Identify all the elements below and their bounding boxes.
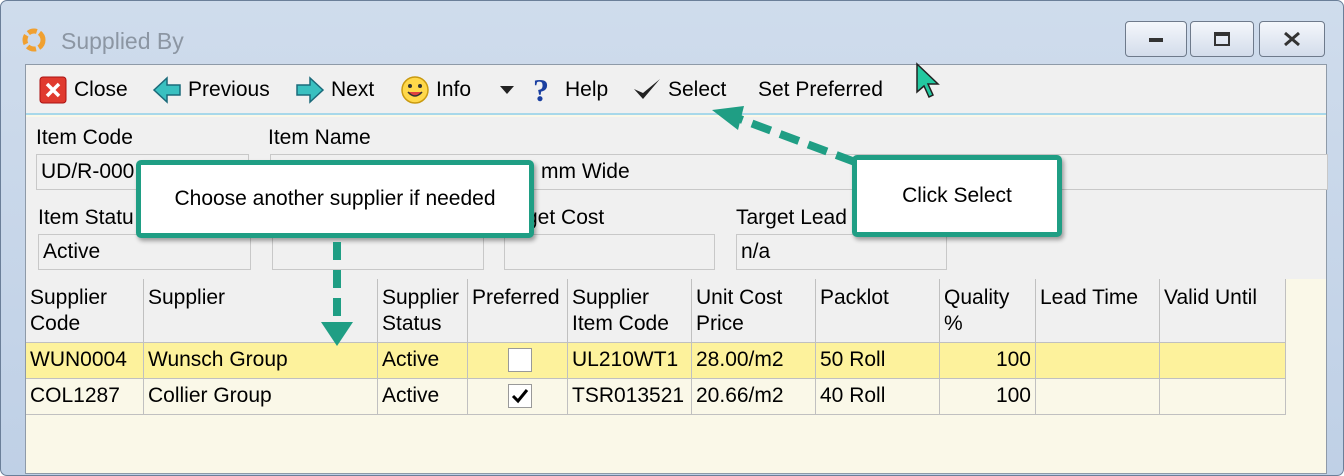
column-header-quality[interactable]: Quality% [940,279,1036,343]
select-label: Select [668,78,727,101]
column-header-line: Lead Time [1040,286,1139,309]
column-header-preferred[interactable]: Preferred [468,279,568,343]
target-cost-field[interactable] [504,234,715,270]
choose-supplier-callout-text: Choose another supplier if needed [174,187,496,210]
help-label: Help [565,78,609,101]
maximize-button[interactable] [1190,21,1254,57]
column-header-line: Supplier [572,286,650,309]
minimize-button[interactable] [1125,21,1187,57]
cell-supplier[interactable]: Wunsch Group [144,343,378,379]
cell-quality[interactable]: 100 [940,379,1036,415]
item-name-label: Item Name [268,126,371,149]
select-button[interactable]: Select [632,75,726,105]
previous-button[interactable]: Previous [152,75,270,105]
column-header-line: Preferred [472,286,560,309]
target-lead-field[interactable]: n/a [736,234,947,270]
preferred-checkbox[interactable] [507,384,532,408]
column-header-line: Supplier [30,286,108,309]
close-red-x-icon [38,75,68,105]
target-lead-label: Target Lead [736,206,847,229]
column-header-supplier[interactable]: Supplier [144,279,378,343]
cell-quality[interactable]: 100 [940,343,1036,379]
arrow-right-icon [295,75,325,105]
app-logo-icon [21,27,47,53]
column-header-line: Packlot [820,286,889,309]
info-label: Info [436,78,472,101]
preferred-checkbox[interactable] [507,348,532,372]
choose-supplier-callout: Choose another supplier if needed [136,160,534,238]
cell-supplier-code[interactable]: WUN0004 [26,343,144,379]
client-area: Close Previous Next Info ? Help Select S… [25,64,1328,474]
cell-packlot[interactable]: 50 Roll [816,343,940,379]
column-header-line: Quality [944,286,1010,309]
supplied-by-window: Supplied By Close Previous Next Info ? H… [0,0,1344,476]
toolbar: Close Previous Next Info ? Help Select S… [26,65,1326,115]
cell-preferred [468,343,568,379]
column-header-line: Supplier [382,286,460,309]
item-status-field[interactable]: Active [38,234,251,270]
window-close-button[interactable] [1259,21,1325,57]
column-header-line: Supplier [148,286,226,309]
column-header-line: Valid Until [1164,286,1257,309]
column-header-supplier-code[interactable]: Supplier Code [26,279,144,343]
click-select-callout: Click Select [852,155,1062,237]
item-code-label: Item Code [36,126,133,149]
maximize-icon [1214,32,1230,46]
checkmark-icon [632,75,662,105]
cell-valid-until[interactable] [1160,343,1286,379]
checkmark-icon [511,389,528,404]
cell-preferred [468,379,568,415]
cell-valid-until[interactable] [1160,379,1286,415]
column-header-supplier-item-code[interactable]: Supplier Item Code [568,279,692,343]
chevron-down-icon [492,75,522,105]
column-header-line: Status [382,312,442,335]
window-title: Supplied By [61,28,184,54]
column-header-line: Price [696,312,744,335]
minimize-icon [1149,38,1163,42]
cell-supplier-item-code[interactable]: TSR013521 [568,379,692,415]
column-header-supplier-status[interactable]: Supplier Status [378,279,468,343]
cell-packlot[interactable]: 40 Roll [816,379,940,415]
close-x-icon [1284,31,1300,47]
item-status-label: Item Statu [38,206,134,229]
column-header-valid-until[interactable]: Valid Until [1160,279,1286,343]
cell-unit-cost-price[interactable]: 20.66/m2 [692,379,816,415]
previous-label: Previous [188,78,270,101]
click-select-callout-text: Click Select [902,184,1012,207]
cell-supplier-status[interactable]: Active [378,379,468,415]
help-button[interactable]: ? Help [529,74,609,106]
close-label: Close [74,78,128,101]
column-header-packlot[interactable]: Packlot [816,279,940,343]
title-bar[interactable]: Supplied By [1,1,1343,65]
next-button[interactable]: Next [295,75,374,105]
target-cost-label: get Cost [526,206,605,229]
column-header-line: Item Code [572,312,669,335]
column-header-lead-time[interactable]: Lead Time [1036,279,1160,343]
cell-supplier-status[interactable]: Active [378,343,468,379]
help-question-icon: ? [529,74,559,106]
cell-supplier-item-code[interactable]: UL210WT1 [568,343,692,379]
column-header-unit-cost-price[interactable]: Unit Cost Price [692,279,816,343]
unlabeled-field[interactable] [272,234,484,270]
info-dropdown-button[interactable] [492,75,522,105]
table-row[interactable]: WUN0004 Wunsch Group Active UL210WT1 28.00/m… [26,343,1286,379]
column-header-line: % [944,312,963,335]
cell-supplier-code[interactable]: COL1287 [26,379,144,415]
set-preferred-label: Set Preferred [758,78,883,101]
column-header-line: Unit Cost [696,286,783,309]
arrow-left-icon [152,75,182,105]
next-label: Next [331,78,375,101]
column-header-line: Code [30,312,81,335]
set-preferred-button[interactable]: Set Preferred [758,75,883,105]
smiley-icon [400,75,430,105]
cell-lead-time[interactable] [1036,343,1160,379]
grid-header-row: Supplier Code Supplier Supplier Status Prefer… [26,279,1286,343]
svg-text:?: ? [533,74,549,106]
info-button[interactable]: Info [400,75,471,105]
close-button[interactable]: Close [38,75,128,105]
table-row[interactable]: COL1287 Collier Group Active TSR013521 20.66… [26,379,1286,415]
cell-supplier[interactable]: Collier Group [144,379,378,415]
cell-unit-cost-price[interactable]: 28.00/m2 [692,343,816,379]
cell-lead-time[interactable] [1036,379,1160,415]
